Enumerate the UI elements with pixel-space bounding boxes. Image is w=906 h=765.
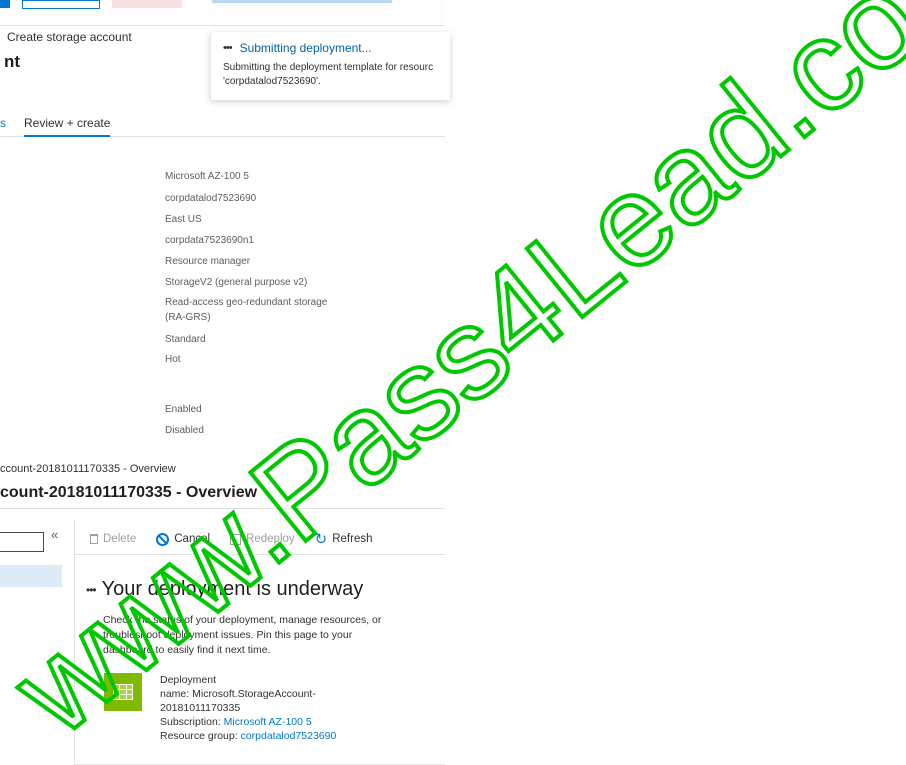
summary-location: East US (165, 214, 202, 225)
summary-performance: Standard (165, 334, 206, 345)
summary-replication-abbr: (RA-GRS) (165, 312, 211, 323)
notification-body-line1: Submitting the deployment template for r… (223, 62, 434, 73)
trash-icon (90, 534, 98, 544)
deployment-notification[interactable]: ••• Submitting deployment... Submitting … (210, 32, 450, 100)
summary-resource-group: corpdatalod7523690 (165, 193, 257, 204)
redeploy-button[interactable]: Redeploy (230, 533, 295, 545)
overview-title: count-20181011170335 - Overview (0, 484, 258, 501)
toolbar-accent-light (212, 0, 392, 3)
command-bar-divider (75, 554, 445, 555)
divider (0, 508, 445, 509)
deployment-description: Check the status of your deployment, man… (103, 614, 382, 656)
wizard-tabs: s Review + create (0, 113, 445, 137)
resource-group-link[interactable]: corpdatalod7523690 (241, 730, 337, 742)
redeploy-icon (230, 533, 242, 545)
tab-review-create[interactable]: Review + create (24, 116, 111, 137)
deployment-name-label: name: (160, 688, 190, 700)
notification-title[interactable]: Submitting deployment... (240, 41, 372, 55)
summary-subscription: Microsoft AZ-100 5 (165, 171, 249, 182)
cancel-button[interactable]: Cancel (156, 532, 211, 546)
ellipsis-icon: ••• (223, 42, 233, 54)
subscription-label: Subscription: (160, 716, 221, 728)
redeploy-label: Redeploy (246, 533, 295, 545)
summary-secure-transfer: Enabled (165, 404, 202, 415)
subscription-link[interactable]: Microsoft AZ-100 5 (224, 716, 312, 728)
summary-deployment-model: Resource manager (165, 256, 251, 267)
status-heading-text: Your deployment is underway (101, 578, 364, 600)
summary-account-kind: StorageV2 (general purpose v2) (165, 277, 308, 288)
progress-dots-icon: ••• (86, 582, 97, 597)
deployment-label: Deployment (160, 674, 217, 686)
summary-hierarchical-namespace: Disabled (165, 425, 204, 436)
summary-replication: Read-access geo-redundant storage (165, 297, 328, 308)
sidebar-divider (74, 520, 75, 765)
cancel-icon (156, 532, 170, 546)
notification-body-line2: 'corpdatalod7523690'. (223, 76, 321, 87)
summary-access-tier: Hot (165, 354, 181, 365)
refresh-icon: ↻ (314, 530, 328, 548)
delete-label: Delete (103, 533, 137, 545)
command-bar: Delete Cancel Redeploy ↻ Refresh (90, 530, 393, 548)
refresh-label: Refresh (332, 533, 373, 545)
breadcrumb[interactable]: Create storage account (7, 30, 132, 44)
deployment-name-value-cont: 20181011170335 (160, 702, 241, 714)
sidebar-item-overview[interactable] (0, 565, 62, 587)
page-title: nt (4, 52, 21, 71)
storage-account-icon (104, 673, 142, 711)
resource-group-label: Resource group: (160, 730, 238, 742)
deployment-name-value: Microsoft.StorageAccount- (192, 688, 316, 700)
delete-button[interactable]: Delete (90, 533, 136, 545)
overview-breadcrumb[interactable]: ccount-20181011170335 - Overview (0, 463, 176, 475)
toolbar-outlined-button[interactable] (22, 0, 100, 9)
refresh-button[interactable]: ↻ Refresh (314, 530, 373, 548)
toolbar-accent-blue (0, 0, 10, 8)
deployment-details: Deployment name: Microsoft.StorageAccoun… (160, 673, 336, 743)
tab-previous[interactable]: s (0, 116, 6, 130)
search-input[interactable] (0, 532, 44, 552)
top-toolbar-strip (0, 0, 445, 26)
cancel-label: Cancel (174, 533, 211, 545)
deployment-status-heading: ••• Your deployment is underway (86, 578, 363, 601)
summary-account-name: corpdata7523690n1 (165, 235, 254, 246)
collapse-icon[interactable]: « (51, 527, 58, 542)
toolbar-accent-red (112, 0, 182, 8)
